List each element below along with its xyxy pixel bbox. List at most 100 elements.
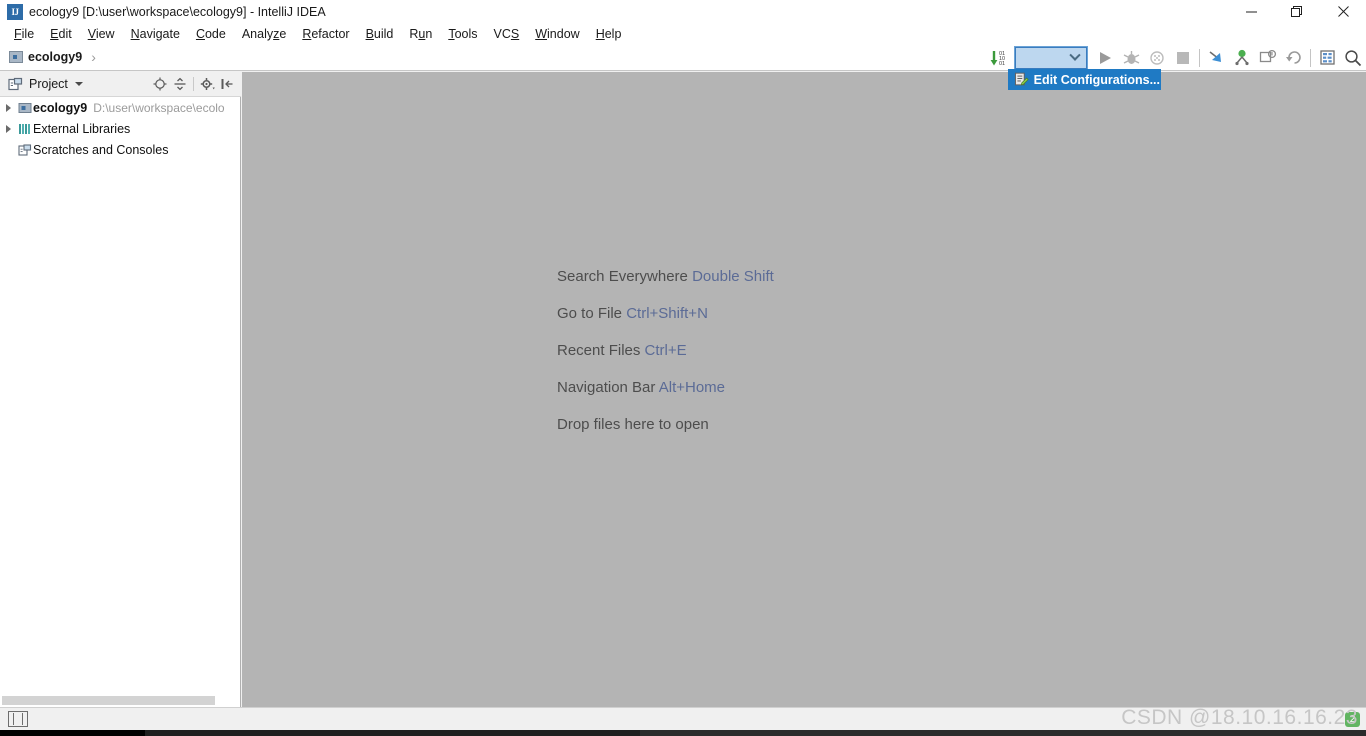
editor-hint: Drop files here to open bbox=[557, 416, 774, 433]
app-logo-icon: IJ bbox=[7, 3, 23, 20]
expand-arrow-icon[interactable] bbox=[0, 103, 16, 112]
stop-icon bbox=[1177, 51, 1189, 64]
taskbar-right-segment bbox=[640, 730, 1366, 736]
run-configuration-popup[interactable]: Edit Configurations... bbox=[1008, 69, 1161, 90]
expand-arrow-icon[interactable] bbox=[0, 124, 16, 133]
menu-item-code[interactable]: Code bbox=[188, 25, 234, 43]
run-with-coverage-button[interactable] bbox=[1144, 45, 1170, 71]
vcs-update-icon bbox=[1209, 51, 1221, 62]
vcs-commit-button[interactable] bbox=[1229, 45, 1255, 71]
editor-hint-shortcut: Ctrl+E bbox=[644, 342, 687, 359]
debug-icon bbox=[1123, 50, 1139, 64]
tree-node[interactable]: Scratches and Consoles bbox=[0, 139, 240, 160]
run-button[interactable] bbox=[1092, 45, 1118, 71]
tree-node-icon bbox=[16, 122, 33, 136]
editor-hint: Go to File Ctrl+Shift+N bbox=[557, 305, 774, 322]
breadcrumb-project-label: ecology9 bbox=[28, 50, 83, 64]
project-tree[interactable]: ecology9 D:\user\workspace\ecolo External … bbox=[0, 97, 241, 694]
libraries-icon bbox=[18, 123, 30, 134]
vcs-diff-icon bbox=[1259, 49, 1277, 63]
tree-node[interactable]: ecology9 D:\user\workspace\ecolo bbox=[0, 97, 240, 118]
settings-button[interactable] bbox=[1314, 45, 1340, 71]
stop-button[interactable] bbox=[1170, 45, 1196, 71]
chevron-down-icon[interactable] bbox=[74, 82, 83, 86]
menu-bar: File Edit View Navigate Code Analyze Refactor B… bbox=[0, 23, 1366, 44]
toolbar-divider-2 bbox=[1310, 48, 1311, 67]
editor-hint: Recent Files Ctrl+E bbox=[557, 342, 774, 359]
run-icon bbox=[1100, 51, 1111, 64]
scratches-icon bbox=[17, 143, 31, 156]
menu-item-navigate[interactable]: Navigate bbox=[123, 25, 188, 43]
editor-hint-shortcut: Alt+Home bbox=[658, 379, 726, 396]
editor-hint-action: Search Everywhere bbox=[557, 268, 688, 285]
maximize-button[interactable] bbox=[1274, 0, 1320, 23]
hide-panel-icon bbox=[221, 79, 233, 89]
vcs-diff-button[interactable] bbox=[1255, 45, 1281, 71]
vcs-rollback-button[interactable] bbox=[1281, 45, 1307, 71]
editor-hint-shortcut: Double Shift bbox=[692, 268, 774, 285]
minimize-button[interactable] bbox=[1228, 0, 1274, 23]
breadcrumb-separator: › bbox=[91, 49, 96, 65]
close-icon bbox=[1337, 6, 1349, 17]
close-button[interactable] bbox=[1320, 0, 1366, 23]
intellij-window: IJ ecology9 [D:\user\workspace\ecology9]… bbox=[0, 0, 1366, 736]
menu-item-edit[interactable]: Edit bbox=[42, 25, 80, 43]
edit-configurations-label: Edit Configurations... bbox=[1033, 72, 1160, 87]
menu-item-run[interactable]: Run bbox=[401, 25, 440, 43]
menu-item-build[interactable]: Build bbox=[358, 25, 402, 43]
minimize-icon bbox=[1245, 11, 1257, 13]
editor-hint: Navigation Bar Alt+Home bbox=[557, 379, 774, 396]
menu-item-help[interactable]: Help bbox=[588, 25, 630, 43]
status-bar-right: 2 bbox=[1345, 711, 1366, 727]
editor-hint-action: Drop files here to open bbox=[557, 416, 709, 433]
menu-item-vcs[interactable]: VCS bbox=[486, 25, 528, 43]
tree-node-label: ecology9 bbox=[33, 100, 88, 115]
tree-node-icon bbox=[16, 101, 33, 115]
taskbar bbox=[0, 730, 1366, 736]
project-tool-window-header: Project bbox=[0, 72, 241, 97]
editor-empty-area: Search Everywhere Double Shift Go to File… bbox=[242, 72, 1366, 707]
editor-hint-shortcut: Ctrl+Shift+N bbox=[626, 305, 708, 322]
run-with-coverage-icon bbox=[1150, 50, 1164, 65]
vcs-update-button[interactable] bbox=[1203, 45, 1229, 71]
project-folder-icon bbox=[9, 51, 23, 63]
debug-button[interactable] bbox=[1118, 45, 1144, 71]
search-button[interactable] bbox=[1340, 45, 1366, 71]
vcs-commit-icon bbox=[1235, 49, 1249, 66]
update-project-icon: 01 10 01 bbox=[990, 50, 1005, 67]
editor-hint: Search Everywhere Double Shift bbox=[557, 268, 774, 285]
project-settings-button[interactable] bbox=[197, 74, 217, 94]
tree-node-icon bbox=[16, 143, 33, 157]
menu-item-analyze[interactable]: Analyze bbox=[234, 25, 294, 43]
notification-badge[interactable]: 2 bbox=[1345, 711, 1360, 727]
select-opened-file-icon bbox=[153, 77, 167, 91]
menu-item-refactor[interactable]: Refactor bbox=[294, 25, 357, 43]
menu-item-file[interactable]: File bbox=[6, 25, 42, 43]
settings-gear-icon bbox=[200, 78, 215, 90]
hide-panel-button[interactable] bbox=[217, 74, 237, 94]
menu-item-tools[interactable]: Tools bbox=[440, 25, 485, 43]
menu-item-window[interactable]: Window bbox=[527, 25, 587, 43]
project-tool-window-actions bbox=[150, 74, 241, 94]
tree-node-label: External Libraries bbox=[33, 121, 131, 136]
editor-hint-action: Recent Files bbox=[557, 342, 641, 359]
collapse-all-icon bbox=[174, 77, 186, 91]
settings-icon bbox=[1319, 50, 1335, 65]
project-tree-hscrollbar-thumb[interactable] bbox=[2, 696, 215, 705]
editor-hint-action: Navigation Bar bbox=[557, 379, 656, 396]
menu-item-view[interactable]: View bbox=[80, 25, 123, 43]
svg-text:01: 01 bbox=[999, 61, 1005, 67]
run-configuration-selector[interactable] bbox=[1014, 45, 1088, 70]
update-project-button[interactable]: 01 10 01 bbox=[987, 45, 1013, 71]
module-icon bbox=[18, 102, 31, 113]
main-toolbar: 01 10 01 bbox=[987, 44, 1366, 71]
editor-hints: Search Everywhere Double Shift Go to File… bbox=[557, 268, 774, 433]
status-bar: 2 bbox=[0, 707, 1366, 730]
collapse-all-button[interactable] bbox=[170, 74, 190, 94]
project-view-icon bbox=[8, 77, 23, 90]
breadcrumb[interactable]: ecology9 › bbox=[0, 49, 96, 65]
taskbar-left-segment bbox=[0, 730, 145, 736]
tree-node[interactable]: External Libraries bbox=[0, 118, 240, 139]
select-opened-file-button[interactable] bbox=[150, 74, 170, 94]
toggle-tool-windows-button[interactable] bbox=[8, 711, 28, 727]
